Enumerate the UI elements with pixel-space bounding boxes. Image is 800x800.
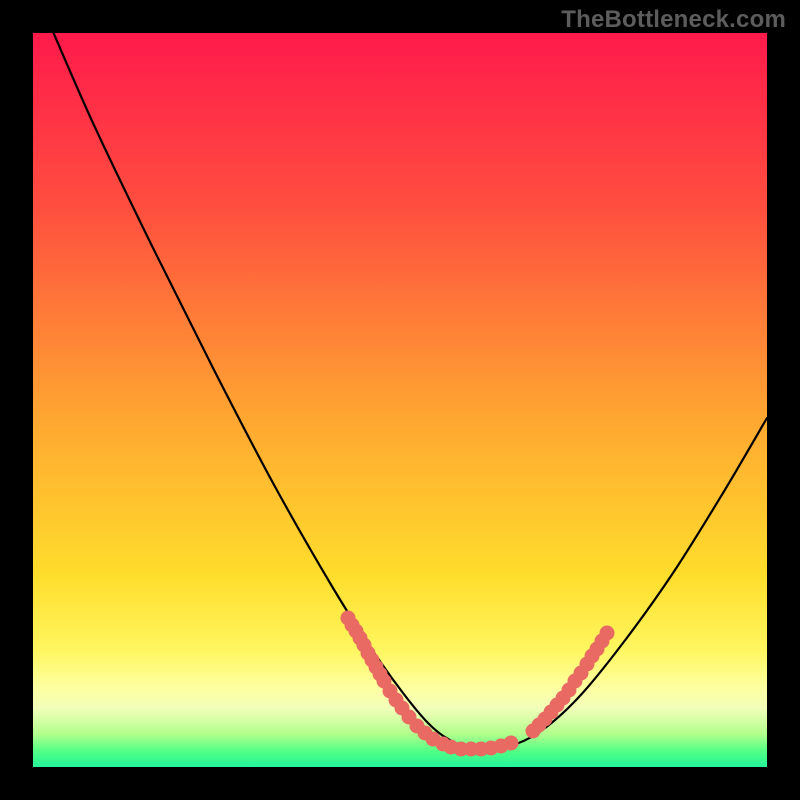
watermark-text: TheBottleneck.com xyxy=(561,6,786,34)
marker-group xyxy=(341,611,615,757)
bottleneck-curve xyxy=(45,13,767,750)
curve-svg xyxy=(33,33,767,767)
marker-dot xyxy=(600,626,615,641)
marker-dot xyxy=(504,736,519,751)
plot-area xyxy=(33,33,767,767)
chart-container: TheBottleneck.com xyxy=(0,0,800,800)
